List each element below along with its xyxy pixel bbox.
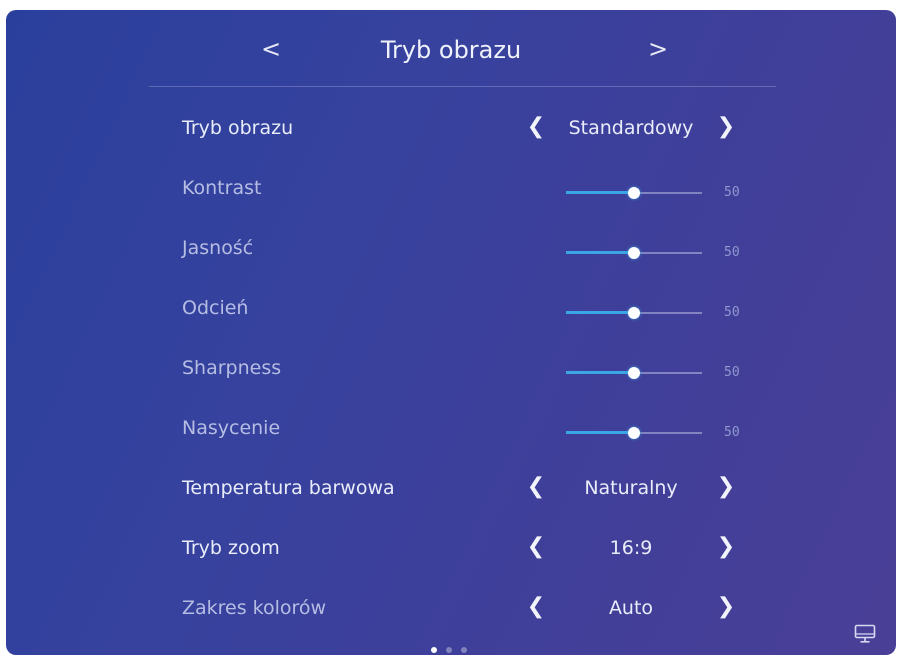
- contrast-slider[interactable]: [566, 187, 702, 201]
- setting-label: Sharpness: [182, 357, 282, 379]
- selector-value: Auto: [608, 597, 654, 619]
- chevron-left-icon[interactable]: ❮: [526, 112, 546, 142]
- setting-row-saturation[interactable]: Nasycenie 50: [182, 405, 782, 455]
- setting-label: Temperatura barwowa: [182, 477, 395, 499]
- setting-row-hue[interactable]: Odcień 50: [182, 285, 782, 335]
- setting-label: Kontrast: [182, 177, 262, 199]
- chevron-right-icon[interactable]: ❯: [716, 472, 736, 502]
- setting-row-color-range[interactable]: Zakres kolorów ❮ Auto ❯: [182, 585, 782, 635]
- slider-value: 50: [724, 365, 740, 380]
- sharpness-slider[interactable]: [566, 367, 702, 381]
- hue-slider[interactable]: [566, 307, 702, 321]
- selector-value: Standardowy: [568, 117, 694, 139]
- picture-mode-selector: ❮ Standardowy ❯: [526, 112, 746, 146]
- setting-label: Nasycenie: [182, 417, 281, 439]
- header-divider: [149, 86, 776, 87]
- chevron-right-icon[interactable]: ❯: [716, 592, 736, 622]
- color-temperature-selector: ❮ Naturalny ❯: [526, 472, 746, 506]
- slider-knob[interactable]: [628, 187, 640, 199]
- color-range-selector: ❮ Auto ❯: [526, 592, 746, 626]
- page-dot-3[interactable]: [461, 647, 467, 653]
- chevron-right-icon[interactable]: ❯: [716, 112, 736, 142]
- slider-fill: [566, 191, 634, 194]
- setting-label: Zakres kolorów: [182, 597, 327, 619]
- slider-value: 50: [724, 185, 740, 200]
- chevron-left-icon[interactable]: ❮: [526, 532, 546, 562]
- slider-fill: [566, 251, 634, 254]
- header: < Tryb obrazu >: [6, 10, 896, 88]
- setting-row-color-temperature[interactable]: Temperatura barwowa ❮ Naturalny ❯: [182, 465, 782, 515]
- brightness-slider[interactable]: [566, 247, 702, 261]
- slider-knob[interactable]: [628, 367, 640, 379]
- page-dot-2[interactable]: [446, 647, 452, 653]
- slider-knob[interactable]: [628, 307, 640, 319]
- slider-fill: [566, 431, 634, 434]
- chevron-left-icon[interactable]: ❮: [526, 472, 546, 502]
- slider-fill: [566, 311, 634, 314]
- setting-row-zoom-mode[interactable]: Tryb zoom ❮ 16:9 ❯: [182, 525, 782, 575]
- page-dot-1[interactable]: [431, 647, 437, 653]
- zoom-mode-selector: ❮ 16:9 ❯: [526, 532, 746, 566]
- setting-row-contrast[interactable]: Kontrast 50: [182, 165, 782, 215]
- slider-fill: [566, 371, 634, 374]
- selector-value: Naturalny: [584, 477, 678, 499]
- setting-row-brightness[interactable]: Jasność 50: [182, 225, 782, 275]
- slider-knob[interactable]: [628, 247, 640, 259]
- setting-row-picture-mode[interactable]: Tryb obrazu ❮ Standardowy ❯: [182, 105, 782, 155]
- setting-row-sharpness[interactable]: Sharpness 50: [182, 345, 782, 395]
- slider-knob[interactable]: [628, 427, 640, 439]
- next-page-button[interactable]: >: [648, 34, 668, 64]
- setting-label: Jasność: [182, 237, 254, 259]
- monitor-icon[interactable]: [854, 624, 876, 644]
- slider-value: 50: [724, 305, 740, 320]
- picture-settings-panel: < Tryb obrazu > Tryb obrazu ❮ Standardow…: [6, 10, 896, 655]
- chevron-right-icon[interactable]: ❯: [716, 532, 736, 562]
- setting-label: Tryb zoom: [182, 537, 280, 559]
- slider-value: 50: [724, 425, 740, 440]
- page-title: Tryb obrazu: [380, 36, 522, 64]
- slider-value: 50: [724, 245, 740, 260]
- chevron-left-icon[interactable]: ❮: [526, 592, 546, 622]
- saturation-slider[interactable]: [566, 427, 702, 441]
- setting-label: Odcień: [182, 297, 249, 319]
- selector-value: 16:9: [609, 537, 653, 559]
- page-indicator: [431, 638, 476, 653]
- setting-label: Tryb obrazu: [182, 117, 294, 139]
